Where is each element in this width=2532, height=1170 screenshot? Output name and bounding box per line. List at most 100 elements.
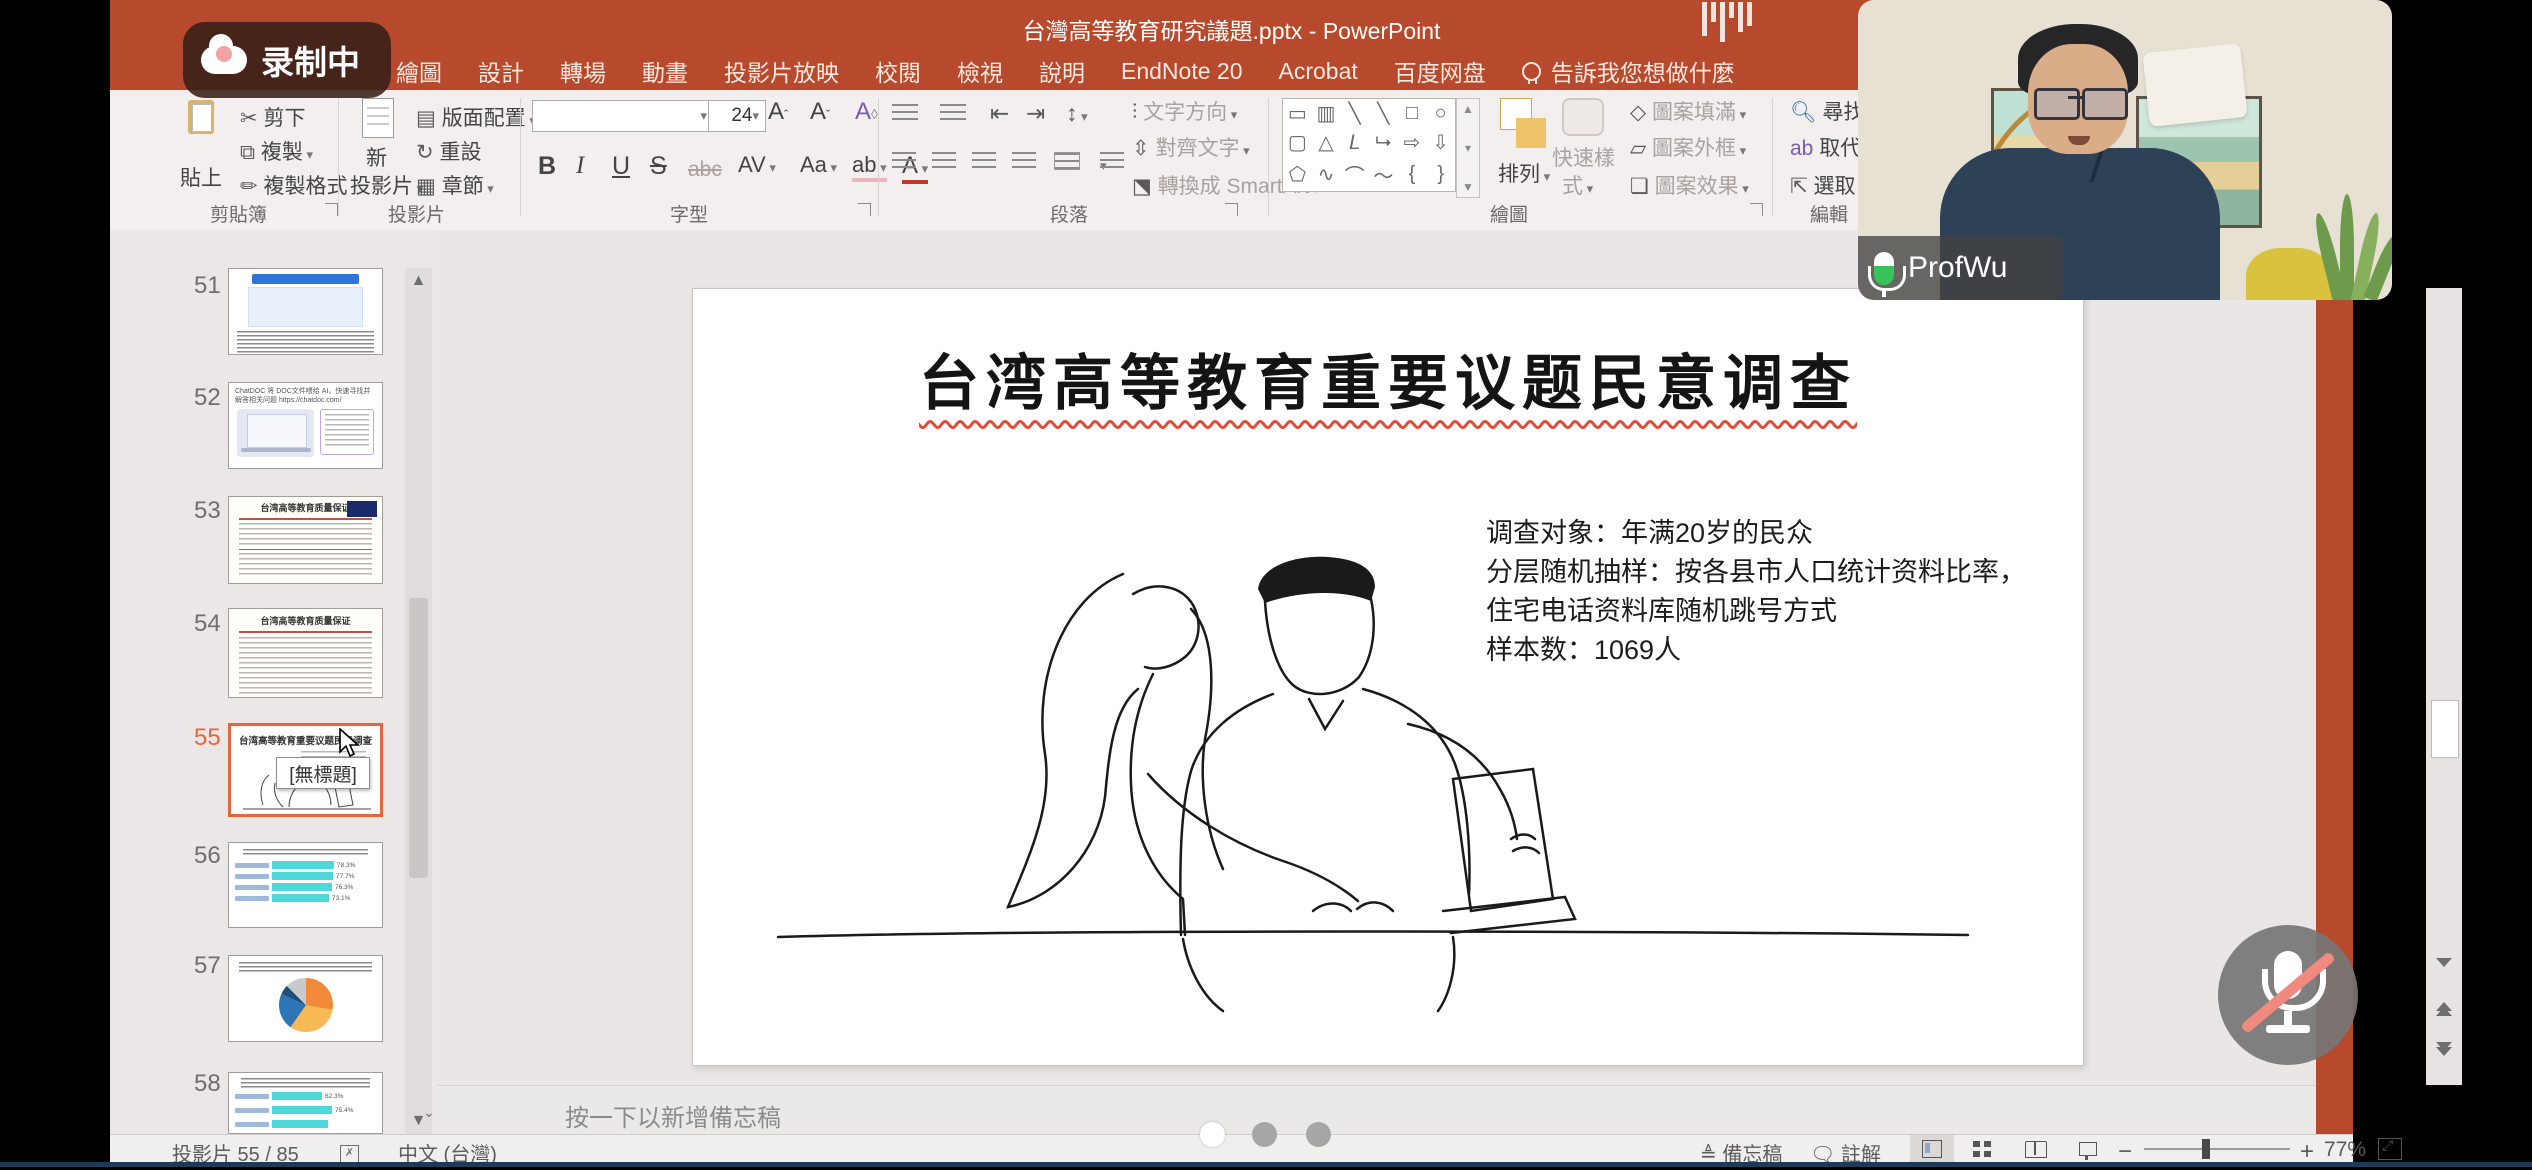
decrease-indent-button[interactable]: ⇤ — [990, 100, 1009, 127]
tab-design[interactable]: 設計 — [478, 54, 524, 88]
previous-slide-button[interactable] — [2426, 1000, 2462, 1018]
tab-slideshow[interactable]: 投影片放映 — [724, 54, 839, 88]
tab-animations[interactable]: 動畫 — [642, 54, 688, 88]
notes-placeholder[interactable]: 按一下以新增備忘稿 — [565, 1098, 781, 1133]
quick-styles-label2[interactable]: 式 — [1562, 170, 1593, 200]
recording-indicator[interactable]: 录制中 — [183, 22, 391, 98]
thumbnail-slide-54[interactable]: 台湾高等教育质量保证 — [228, 608, 383, 698]
cut-button[interactable]: ✂ 剪下 — [240, 102, 305, 132]
reading-view-button[interactable] — [2014, 1135, 2058, 1163]
paragraph-group-label: 段落 — [1050, 200, 1088, 227]
main-scrollbar[interactable] — [2426, 288, 2462, 1085]
increase-indent-button[interactable]: ⇥ — [1026, 100, 1045, 127]
underline-button[interactable]: U — [612, 152, 630, 181]
font-name-combobox[interactable] — [532, 100, 714, 132]
slide-title[interactable]: 台湾高等教育重要议题民意调查 — [693, 335, 2083, 422]
webcam-video-tile[interactable]: ProfWu — [1858, 0, 2392, 300]
page-dot-2[interactable] — [1252, 1122, 1277, 1147]
zoom-percentage[interactable]: 77% — [2324, 1138, 2366, 1162]
layout-button[interactable]: ▤ 版面配置 — [416, 102, 536, 132]
thumbnail-slide-58[interactable]: 62.3% 75.4% — [228, 1072, 383, 1134]
page-dot-active[interactable] — [1200, 1122, 1225, 1147]
drawing-dialog-launcher[interactable] — [1750, 203, 1763, 216]
thumb-scroll-thumb[interactable] — [409, 598, 428, 878]
section-button[interactable]: ▦ 章節 — [416, 170, 494, 200]
font-dialog-launcher[interactable] — [858, 203, 871, 216]
arrange-button[interactable] — [1500, 98, 1546, 148]
thumbnail-tooltip: [無標題] — [276, 757, 370, 789]
select-button[interactable]: ⇱ 選取 — [1790, 170, 1866, 200]
thumbnail-slide-51[interactable] — [228, 268, 383, 355]
copy-button[interactable]: ⧉ 複製 — [240, 136, 313, 166]
decorative-bars-icon — [1702, 2, 1752, 42]
italic-button[interactable]: I — [576, 152, 584, 180]
new-slide-label-top[interactable]: 新 — [366, 142, 387, 172]
font-group-label: 字型 — [670, 200, 708, 227]
glasses-right-lens — [2082, 88, 2128, 120]
slide-sorter-view-button[interactable] — [1960, 1135, 2004, 1163]
main-scroll-thumb[interactable] — [2431, 700, 2459, 758]
shape-effects-button[interactable]: ❏ 圖案效果 — [1630, 170, 1749, 200]
quick-styles-label1[interactable]: 快速樣 — [1552, 142, 1615, 172]
paste-label[interactable]: 貼上 — [180, 162, 222, 192]
shape-fill-button[interactable]: ◇ 圖案填滿 — [1630, 96, 1746, 126]
bold-button[interactable]: B — [538, 152, 556, 181]
notes-resize-handle[interactable]: ⌄ — [423, 1104, 435, 1121]
shape-gallery-scroll[interactable]: ▲▾▼ — [1456, 98, 1480, 198]
highlight-button[interactable]: ab — [852, 152, 887, 182]
tab-help[interactable]: 說明 — [1039, 54, 1085, 88]
grow-font-button[interactable]: Aˆ — [768, 98, 788, 126]
format-painter-button[interactable]: ✏ 複製格式 — [240, 170, 347, 200]
tab-transitions[interactable]: 轉場 — [560, 54, 606, 88]
zoom-slider-thumb[interactable] — [2202, 1139, 2210, 1159]
normal-view-button[interactable] — [1910, 1135, 1954, 1163]
find-button[interactable]: 🔍︎ 尋找 — [1790, 96, 1865, 126]
abc-strike-button[interactable]: abc — [688, 158, 722, 182]
notes-pane[interactable]: ⌄ 按一下以新增備忘稿 — [437, 1085, 2316, 1135]
zoom-slider-track[interactable] — [2144, 1148, 2290, 1150]
fit-to-window-button[interactable] — [2368, 1135, 2412, 1163]
font-size-combobox[interactable]: 24 — [708, 100, 766, 132]
page-dot-3[interactable] — [1306, 1122, 1331, 1147]
clear-formatting-button[interactable]: A◊ — [855, 98, 878, 126]
columns-button[interactable] — [1100, 152, 1107, 176]
quick-styles-button[interactable] — [1562, 98, 1604, 136]
participant-name: ProfWu — [1908, 251, 2007, 285]
change-case-button[interactable]: Aa — [800, 152, 837, 178]
strikethrough-button[interactable]: S — [650, 152, 667, 181]
char-spacing-button[interactable]: AV — [738, 152, 776, 178]
mic-mute-button[interactable] — [2218, 925, 2358, 1065]
tab-endnote[interactable]: EndNote 20 — [1121, 58, 1242, 85]
tab-review[interactable]: 校閱 — [875, 54, 921, 88]
thumbnail-slide-57[interactable] — [228, 955, 383, 1042]
thumbnail-slide-56[interactable]: 78.3% 77.7% 76.3% 73.1% — [228, 842, 383, 928]
tab-draw[interactable]: 繪圖 — [396, 54, 442, 88]
tell-me-box[interactable]: 告訴我您想做什麼 — [1522, 54, 1735, 88]
align-text-button[interactable]: ⇳ 對齊文字 — [1132, 132, 1250, 162]
new-slide-label[interactable]: 投影片 — [350, 170, 423, 200]
shape-gallery[interactable]: ▭▥╲╲□○ ▢△𝘓⮡⇨⇩ ⬠∿⌒～{} — [1282, 98, 1456, 192]
new-slide-button[interactable] — [362, 98, 394, 138]
arrange-label[interactable]: 排列 — [1498, 158, 1550, 188]
slideshow-view-button[interactable] — [2066, 1135, 2110, 1163]
thumbnail-slide-52[interactable]: ChatDOC 将 DOC文件喂给 AI，快速寻找并解答相关问题 https:/… — [228, 382, 383, 469]
scroll-down-button[interactable] — [2426, 956, 2462, 969]
paste-button[interactable] — [188, 100, 214, 134]
text-direction-button[interactable]: ⫶ 文字方向 — [1132, 96, 1237, 126]
reset-button[interactable]: ↻ 重設 — [416, 136, 481, 166]
shape-outline-button[interactable]: ▱ 圖案外框 — [1630, 132, 1746, 162]
shrink-font-button[interactable]: Aˇ — [810, 98, 830, 126]
clipboard-dialog-launcher[interactable] — [325, 203, 338, 216]
thumbnail-scrollbar[interactable]: ▲ ▼ — [405, 268, 432, 1134]
slide-canvas[interactable]: 台湾高等教育重要议题民意调查 调查对象：年满20岁的民众 分层随机抽样：按各县市… — [692, 288, 2084, 1066]
thumbnail-slide-53[interactable]: 台湾高等教育质量保证 — [228, 496, 383, 584]
line-spacing-button[interactable]: ↕ — [1066, 100, 1088, 127]
new-slide-icon — [362, 98, 394, 138]
bullets-icon — [892, 104, 918, 122]
paragraph-dialog-launcher[interactable] — [1225, 203, 1238, 216]
thumb-scroll-up[interactable]: ▲ — [405, 272, 432, 290]
tab-acrobat[interactable]: Acrobat — [1278, 58, 1357, 85]
tab-view[interactable]: 檢視 — [957, 54, 1003, 88]
tab-baidu-netdisk[interactable]: 百度网盘 — [1394, 54, 1486, 88]
next-slide-button[interactable] — [2426, 1040, 2462, 1058]
